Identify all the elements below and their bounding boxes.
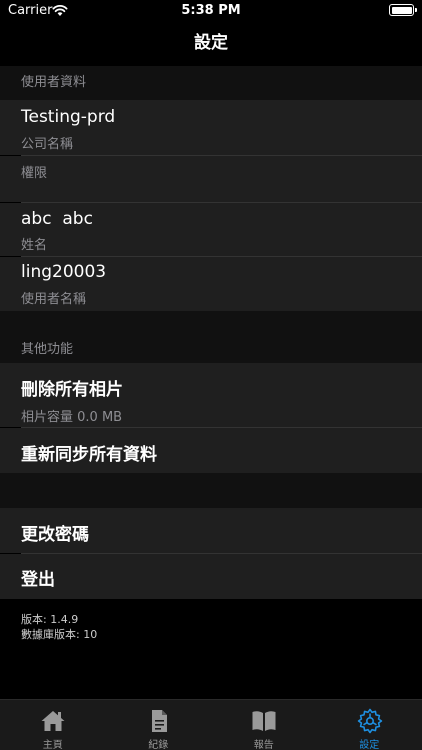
tab-label: 設定 [359, 740, 380, 750]
book-icon [252, 711, 276, 731]
logout-label: 登出 [21, 570, 55, 590]
name-cell: abc abc 姓名 [0, 203, 422, 256]
tab-records[interactable]: 紀錄 [106, 700, 212, 750]
change-password-button[interactable]: 更改密碼 [0, 508, 422, 553]
name-value: abc abc [21, 209, 93, 229]
tab-bar: 主頁 紀錄 報告 設定 [0, 699, 422, 750]
page-title: 設定 [194, 33, 228, 53]
resync-all-button[interactable]: 重新同步所有資料 [0, 428, 422, 473]
status-bar: Carrier 5:38 PM [0, 0, 422, 24]
company-value: Testing-prd [21, 107, 116, 127]
section-header-other: 其他功能 [0, 311, 422, 363]
tab-settings[interactable]: 設定 [317, 700, 422, 750]
tab-label: 紀錄 [148, 740, 169, 750]
name-label: 姓名 [21, 238, 48, 253]
company-label: 公司名稱 [21, 137, 74, 152]
permission-cell: 權限 [0, 156, 422, 202]
username-value: ling20003 [21, 262, 107, 282]
app-version: 版本: 1.4.9 [21, 613, 79, 626]
home-icon [41, 711, 65, 731]
section-gap [0, 473, 422, 508]
tab-reports[interactable]: 報告 [211, 700, 317, 750]
section-header-label: 使用者資料 [21, 75, 87, 90]
photo-storage-size: 相片容量 0.0 MB [21, 410, 123, 425]
username-cell: ling20003 使用者名稱 [0, 257, 422, 311]
version-info: 版本: 1.4.9 數據庫版本: 10 [21, 612, 97, 642]
section-header-label: 其他功能 [21, 342, 74, 357]
logout-button[interactable]: 登出 [0, 554, 422, 599]
username-label: 使用者名稱 [21, 292, 87, 307]
tab-label: 主頁 [42, 740, 63, 750]
delete-photos-label: 刪除所有相片 [21, 380, 123, 400]
tab-label: 報告 [253, 740, 274, 750]
delete-photos-button[interactable]: 刪除所有相片 相片容量 0.0 MB [0, 363, 422, 427]
clock: 5:38 PM [181, 3, 241, 18]
resync-all-label: 重新同步所有資料 [21, 445, 157, 465]
document-icon [151, 710, 167, 732]
change-password-label: 更改密碼 [21, 525, 89, 545]
db-version: 數據庫版本: 10 [21, 628, 98, 641]
company-cell: Testing-prd 公司名稱 [0, 100, 422, 155]
section-header-user-info: 使用者資料 [0, 66, 422, 100]
battery-icon [389, 4, 417, 16]
navigation-bar: 設定 [0, 24, 422, 66]
gear-icon [357, 708, 382, 734]
tab-home[interactable]: 主頁 [0, 700, 106, 750]
permission-label: 權限 [21, 166, 48, 181]
